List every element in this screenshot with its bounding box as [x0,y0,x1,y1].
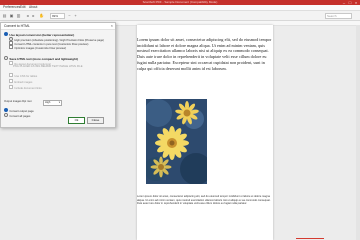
zoom-out-icon[interactable]: − [67,13,72,18]
document-body: Lorem ipsum dolor sit amet, consectetur … [137,195,271,205]
dpi-label: Output images Dpi met [4,100,32,103]
document-links-option[interactable]: Include document links [9,85,42,90]
toolbar: ▤ ▣ ▥ ◂ ▸ ✋ 99% − + Search [0,11,360,21]
checkbox-icon[interactable] [9,85,14,90]
convert-all-pages-option[interactable]: Convert all pages [4,113,30,118]
save-icon[interactable]: ▣ [9,13,14,18]
menu-item-about[interactable]: About [29,5,37,10]
radio-selected-icon[interactable] [4,32,9,37]
menu-item-edit[interactable]: Edit [20,5,26,10]
embed-images-option[interactable]: Embed images [9,79,32,84]
radio-icon[interactable] [4,56,9,61]
checkbox-icon[interactable] [9,45,14,50]
flower-photo-image [146,99,207,184]
checkbox-icon[interactable] [9,73,14,78]
print-icon[interactable]: ▥ [16,13,21,18]
convert-to-html-dialog: Convert to HTML × Use layout conversion … [0,22,116,128]
search-input[interactable]: Search [325,13,352,19]
menu-item-preferences[interactable]: Preferences [3,5,20,10]
flower-photo [146,99,207,184]
chevron-down-icon: ▾ [58,101,60,104]
ok-button[interactable]: Ok [68,117,85,124]
document-heading: Lorem ipsum dolor sit amet, consectetur … [137,37,272,71]
next-page-icon[interactable]: ▸ [31,13,36,18]
radio-selected-icon[interactable] [4,108,9,113]
dpi-select[interactable]: High ▾ [43,100,62,106]
dialog-title-bar: Convert to HTML × [1,23,115,30]
dialog-title: Convert to HTML [4,24,30,28]
zoom-level[interactable]: 99% [50,13,65,19]
open-icon[interactable]: ▤ [2,13,7,18]
radio-icon[interactable] [4,113,9,118]
png-placed-option: PNG PLACED AS IMG BEHIND TEXT IMAGE HTML… [13,65,83,68]
close-button[interactable]: Close [87,117,104,124]
zoom-in-icon[interactable]: + [73,13,78,18]
dialog-close-icon[interactable]: × [111,23,113,29]
checkbox-icon[interactable] [9,79,14,84]
prev-page-icon[interactable]: ◂ [25,13,30,18]
hand-tool-icon[interactable]: ✋ [39,13,44,18]
optimize-images-option[interactable]: Optimize images (Customize Flow preview) [9,45,66,50]
progress-indicator [296,238,324,239]
css-tables-option[interactable]: Use CSS for tables [9,73,37,78]
vertical-scrollbar[interactable] [356,25,360,240]
